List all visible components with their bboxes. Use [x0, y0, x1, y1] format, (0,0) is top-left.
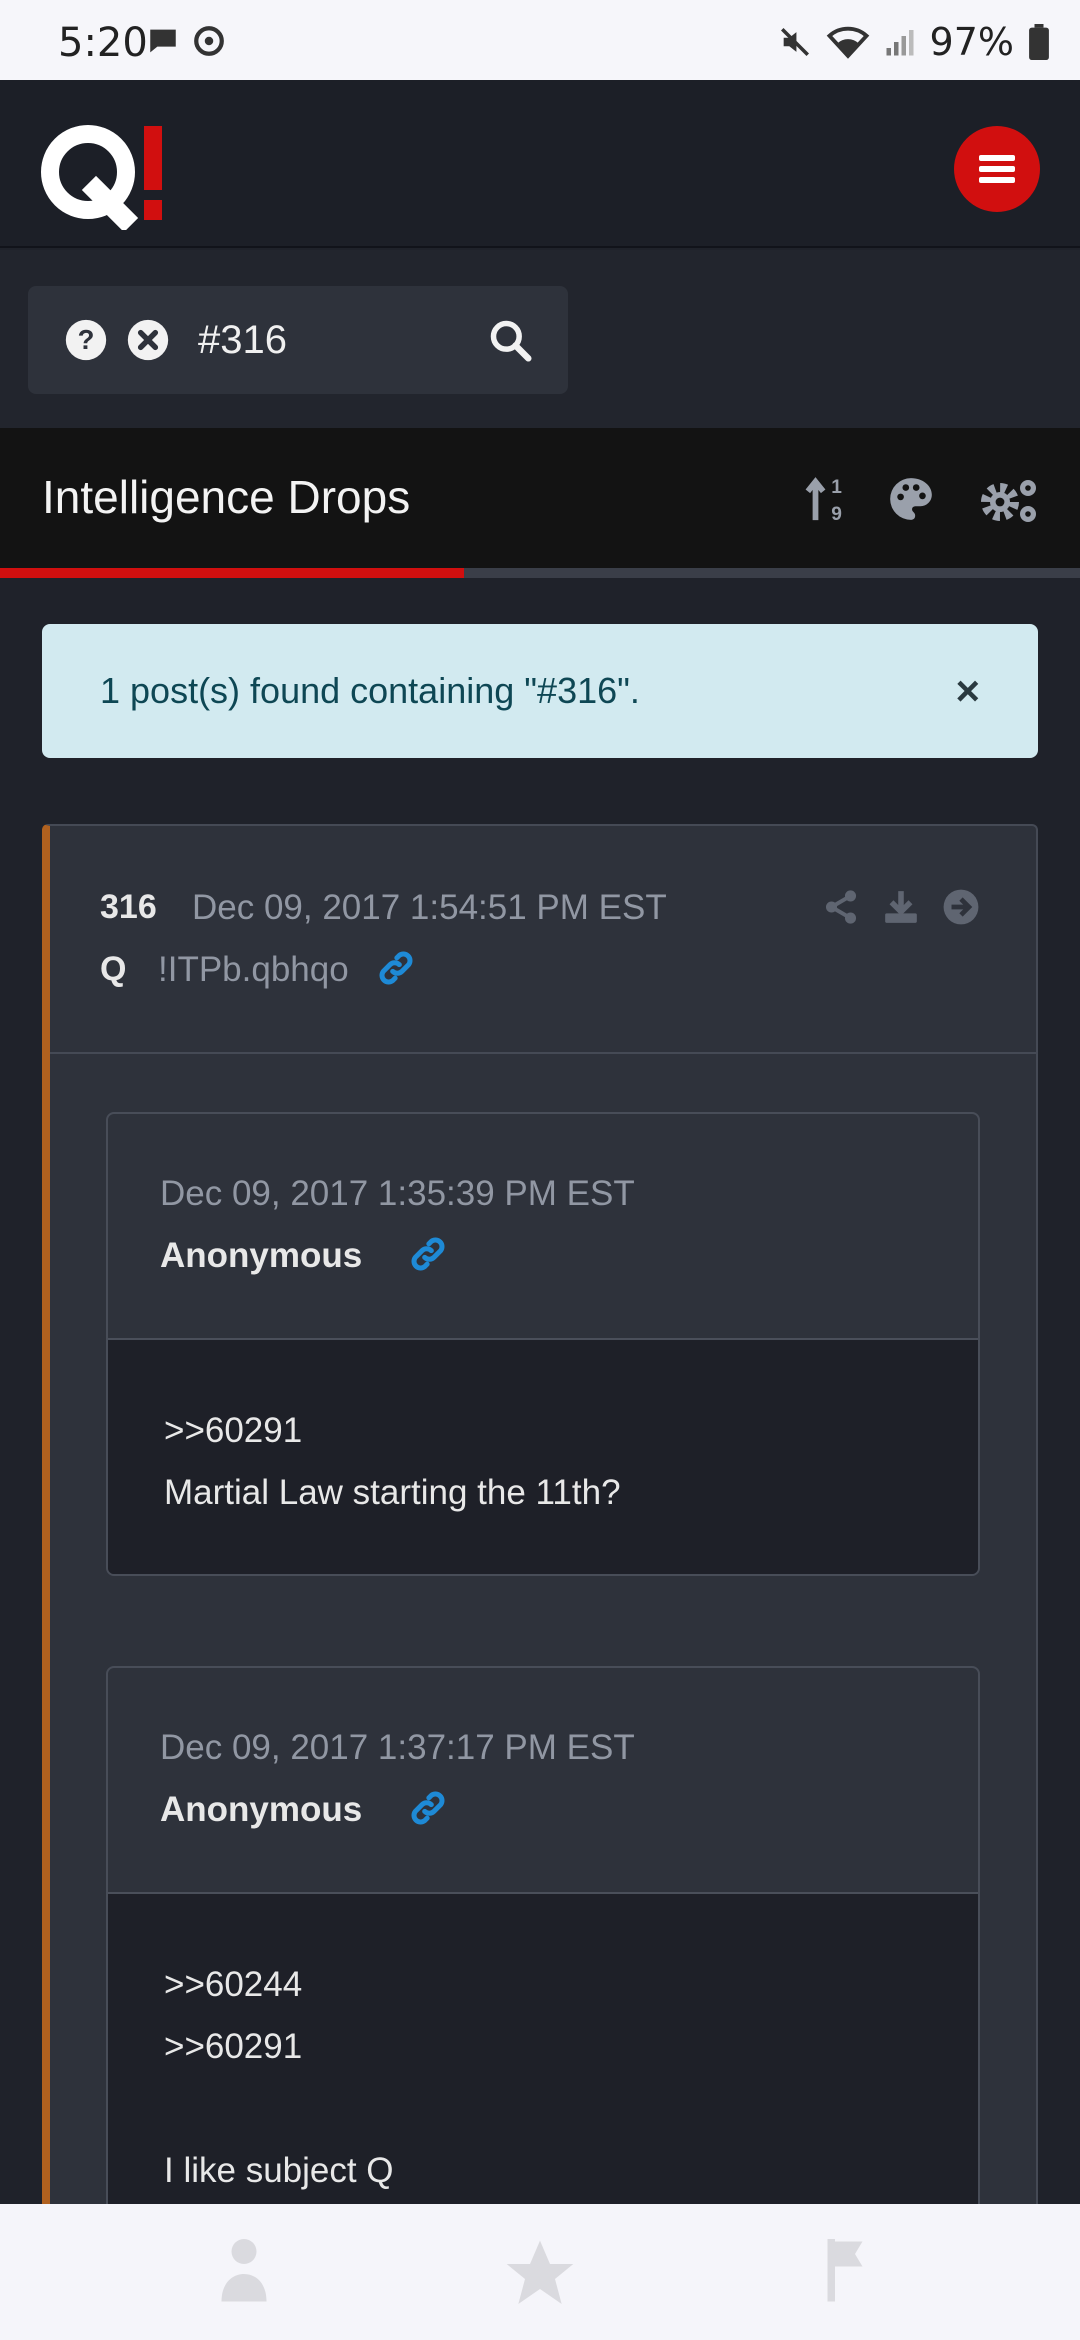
post-header: 316 Dec 09, 2017 1:54:51 PM EST Q !ITPb.…	[50, 826, 1036, 1054]
link-icon[interactable]	[408, 1234, 448, 1274]
alert-text: 1 post(s) found containing "#316".	[100, 670, 640, 711]
section-header: Intelligence Drops 19	[0, 428, 1080, 568]
close-circle-icon[interactable]	[126, 318, 170, 362]
reply-header: Dec 09, 2017 1:35:39 PM EST Anonymous	[108, 1114, 978, 1340]
post-date: Dec 09, 2017 1:54:51 PM EST	[192, 888, 667, 927]
share-icon[interactable]	[822, 888, 860, 926]
search-section: ?	[0, 250, 1080, 428]
q-logo[interactable]	[40, 120, 180, 230]
post-tripcode: !ITPb.qbhqo	[158, 950, 349, 989]
scroll-progress-fill	[0, 568, 465, 578]
link-icon[interactable]	[408, 1788, 448, 1828]
wifi-icon	[826, 26, 869, 59]
chat-bubble-icon	[150, 29, 176, 53]
battery-percent: 97%	[929, 20, 1014, 64]
post-author: Q	[100, 950, 127, 988]
post-number[interactable]: 316	[100, 888, 157, 927]
question-circle-icon[interactable]: ?	[64, 318, 108, 362]
flag-icon[interactable]	[820, 2234, 870, 2304]
svg-text:?: ?	[78, 324, 95, 355]
reply-header: Dec 09, 2017 1:37:17 PM EST Anonymous	[108, 1668, 978, 1894]
reply-line: I like subject Q	[164, 2151, 394, 2190]
hamburger-icon	[979, 155, 1015, 183]
sync-icon	[194, 26, 224, 56]
reply-date: Dec 09, 2017 1:37:17 PM EST	[160, 1728, 635, 1767]
search-result-alert: 1 post(s) found containing "#316". ×	[42, 624, 1038, 758]
svg-text:1: 1	[831, 477, 842, 498]
scroll-progress-track	[0, 568, 1080, 578]
app-header	[0, 80, 1080, 248]
reply-line: Martial Law starting the 11th?	[164, 1473, 621, 1512]
reply-body: >>60244 >>60291 I like subject Q	[108, 1894, 978, 2252]
reply-body: >>60291 Martial Law starting the 11th?	[108, 1340, 978, 1574]
link-icon[interactable]	[376, 948, 416, 988]
reply-card: Dec 09, 2017 1:37:17 PM EST Anonymous >>…	[106, 1666, 980, 2254]
palette-icon[interactable]	[886, 474, 936, 524]
post-actions	[822, 888, 980, 926]
battery-icon	[1029, 24, 1049, 60]
reply-line[interactable]: >>60244	[164, 1954, 922, 2016]
reply-line	[164, 2078, 922, 2140]
sort-numeric-icon[interactable]: 19	[804, 474, 850, 524]
status-time: 5:20	[58, 20, 148, 66]
star-icon[interactable]	[500, 2234, 580, 2314]
search-box: ?	[28, 286, 568, 394]
reply-card: Dec 09, 2017 1:35:39 PM EST Anonymous >>…	[106, 1112, 980, 1576]
search-icon[interactable]	[488, 318, 532, 362]
mute-icon	[780, 27, 809, 57]
post-card: 316 Dec 09, 2017 1:54:51 PM EST Q !ITPb.…	[42, 824, 1038, 2340]
svg-text:9: 9	[831, 504, 842, 524]
status-notifications	[146, 24, 226, 58]
reply-author: Anonymous	[160, 1236, 363, 1275]
person-icon[interactable]	[214, 2234, 274, 2304]
reply-author: Anonymous	[160, 1790, 363, 1829]
download-icon[interactable]	[882, 888, 920, 926]
gears-icon[interactable]	[978, 474, 1042, 526]
status-system: 97%	[778, 20, 1050, 64]
reply-date: Dec 09, 2017 1:35:39 PM EST	[160, 1174, 635, 1213]
alert-close-button[interactable]: ×	[955, 670, 980, 712]
menu-button[interactable]	[954, 126, 1040, 212]
search-input[interactable]	[198, 308, 458, 372]
arrow-circle-right-icon[interactable]	[942, 888, 980, 926]
bottom-nav	[0, 2204, 1080, 2340]
signal-icon	[886, 30, 914, 56]
reply-line[interactable]: >>60291	[164, 2016, 922, 2078]
section-title: Intelligence Drops	[42, 471, 411, 523]
status-bar: 5:20 97%	[0, 0, 1080, 80]
reply-line[interactable]: >>60291	[164, 1400, 922, 1462]
